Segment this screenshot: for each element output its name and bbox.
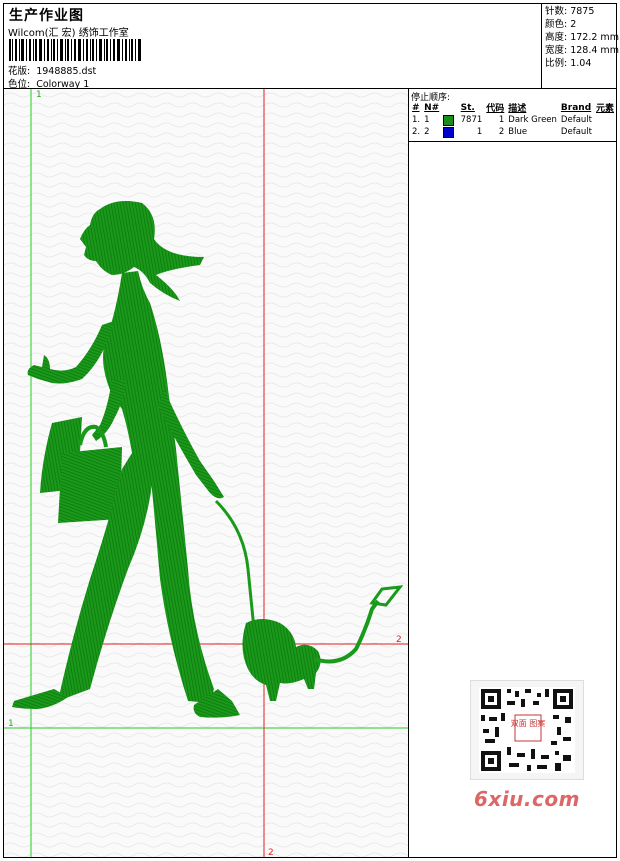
color-swatch xyxy=(443,114,455,126)
col-code: 代码 xyxy=(486,104,505,114)
row-element xyxy=(594,126,616,138)
row-desc: Blue xyxy=(508,127,528,137)
color-swatch xyxy=(443,126,455,138)
qr-code: 双面 图案 xyxy=(470,680,584,780)
guide-label-v2: 2 xyxy=(268,848,274,857)
row-desc: Dark Green xyxy=(508,115,557,125)
guide-label-v1: 1 xyxy=(36,90,42,100)
page-title: 生产作业图 xyxy=(9,8,84,24)
row-element xyxy=(594,114,616,126)
color-count: 颜色: 2 xyxy=(545,19,577,30)
col-desc: 描述 xyxy=(508,104,527,114)
row-brand: Default xyxy=(560,115,592,125)
design-height: 高度: 172.2 mm xyxy=(545,32,619,43)
header: 生产作业图 Wilcom(汇 宏) 绣饰工作室 花版: 1948885.dst 色… xyxy=(3,3,619,90)
col-n: N# xyxy=(424,102,440,113)
qr-badge-text: 双面 图案 xyxy=(511,718,546,728)
design-width: 宽度: 128.4 mm xyxy=(545,45,619,56)
col-num: # xyxy=(412,102,420,113)
row-code: 2 xyxy=(498,127,505,137)
table-row: 1. 1 7871 1 Dark Green Default xyxy=(410,114,616,126)
stats-box: 针数: 7875 颜色: 2 高度: 172.2 mm 宽度: 128.4 mm… xyxy=(541,3,619,88)
stitch-count: 针数: 7875 xyxy=(545,6,595,17)
row-num: 2. xyxy=(412,127,421,137)
guide-label-h2: 2 xyxy=(396,635,402,645)
studio-name: Wilcom(汇 宏) 绣饰工作室 xyxy=(8,28,129,39)
site-watermark: 6xiu.com xyxy=(474,787,580,811)
design-ratio: 比例: 1.04 xyxy=(545,58,592,69)
col-brand: Brand xyxy=(560,102,592,113)
row-brand: Default xyxy=(560,127,592,137)
barcode xyxy=(9,39,141,61)
row-code: 1 xyxy=(498,115,505,125)
row-num: 1. xyxy=(412,115,421,125)
guide-label-h1: 1 xyxy=(8,719,14,729)
row-stitches: 1 xyxy=(476,127,483,137)
row-n: 2 xyxy=(424,127,430,137)
table-row: 2. 2 1 2 Blue Default xyxy=(410,126,616,138)
design-preview: 1 1 2 2 xyxy=(4,89,408,857)
stop-sequence-table: # N# St. 代码 描述 Brand 元素 1. 1 7871 1 Dark… xyxy=(410,101,616,138)
stop-sequence-panel: 停止顺序: # N# St. 代码 描述 Brand 元素 1. 1 7871 … xyxy=(409,89,616,142)
colorway-info: 色位: Colorway 1 xyxy=(8,76,89,90)
design-info: 花版: 1948885.dst xyxy=(8,63,96,77)
row-n: 1 xyxy=(424,115,430,125)
design-canvas[interactable]: 1 1 2 2 xyxy=(4,89,409,857)
col-element: 元素 xyxy=(595,104,614,114)
col-stitches: St. xyxy=(460,102,475,113)
row-stitches: 7871 xyxy=(460,115,483,125)
